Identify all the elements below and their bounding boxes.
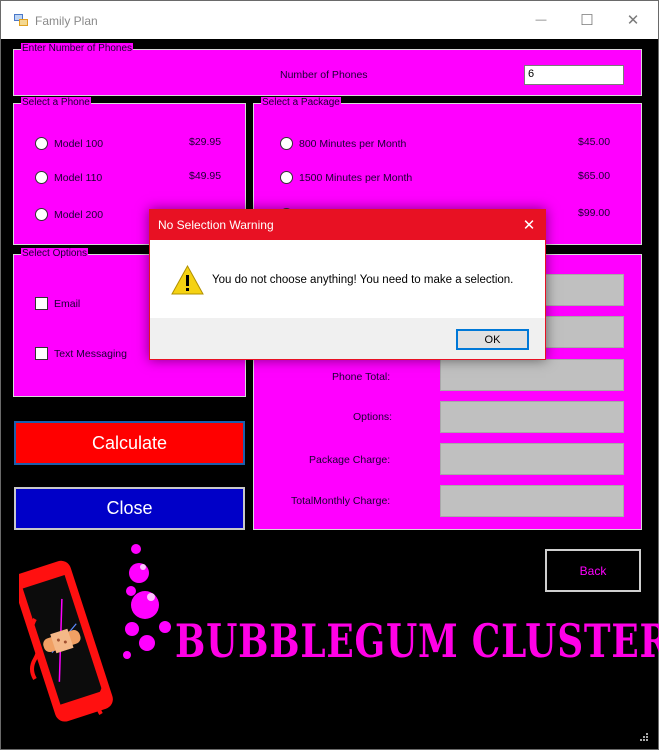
- package-charge-output: [440, 443, 624, 475]
- phone-total-label: Phone Total:: [332, 371, 391, 383]
- model-110-label: Model 110: [54, 172, 103, 184]
- calculate-button[interactable]: Calculate: [14, 421, 245, 465]
- phones-group-legend: Enter Number of Phones: [21, 43, 134, 55]
- phones-group: Enter Number of Phones Number of Phones …: [13, 43, 642, 96]
- dialog-close-button[interactable]: ✕: [513, 210, 545, 240]
- dialog-message: You do not choose anything! You need to …: [212, 274, 514, 286]
- form-client-area: Enter Number of Phones Number of Phones …: [9, 39, 659, 743]
- select-package-legend: Select a Package: [261, 97, 341, 109]
- window-title: Family Plan: [35, 14, 98, 28]
- select-options-legend: Select Options: [21, 248, 89, 260]
- resize-grip-icon[interactable]: [638, 731, 648, 741]
- package-1500-radio[interactable]: [280, 171, 293, 184]
- number-of-phones-input[interactable]: 6: [524, 65, 624, 85]
- package-1500-price: $65.00: [578, 170, 611, 182]
- minimize-button[interactable]: —: [518, 1, 564, 39]
- model-100-price: $29.95: [189, 136, 222, 148]
- package-800-price: $45.00: [578, 136, 611, 148]
- maximize-button[interactable]: ☐: [564, 1, 610, 39]
- email-checkbox[interactable]: [35, 297, 48, 310]
- ok-button[interactable]: OK: [456, 329, 529, 350]
- no-selection-warning-dialog: No Selection Warning ✕ You do not choose…: [149, 209, 546, 360]
- phone-logo-icon: [19, 544, 171, 722]
- text-messaging-label: Text Messaging: [54, 348, 127, 360]
- maximize-icon: ☐: [580, 12, 594, 29]
- select-phone-legend: Select a Phone: [21, 97, 91, 109]
- email-label: Email: [54, 298, 81, 310]
- phone-total-output: [440, 359, 624, 391]
- warning-icon: [171, 265, 204, 295]
- close-icon: ✕: [522, 217, 536, 234]
- model-110-price: $49.95: [189, 170, 222, 182]
- dialog-title: No Selection Warning: [158, 218, 274, 232]
- package-800-radio[interactable]: [280, 137, 293, 150]
- model-100-label: Model 100: [54, 138, 104, 150]
- model-110-radio[interactable]: [35, 171, 48, 184]
- close-button[interactable]: Close: [14, 487, 245, 530]
- package-1500-label: 1500 Minutes per Month: [299, 172, 413, 184]
- bubblegum-cluster-logo-text: BUBBLEGUM CLUSTER: [175, 614, 659, 668]
- package-unlimited-price: $99.00: [578, 207, 611, 219]
- model-100-radio[interactable]: [35, 137, 48, 150]
- back-button[interactable]: Back: [545, 549, 641, 592]
- dialog-footer: OK: [150, 318, 545, 359]
- package-charge-label: Package Charge:: [309, 454, 391, 466]
- model-200-radio[interactable]: [35, 208, 48, 221]
- app-icon: [14, 14, 28, 26]
- minimize-icon: —: [535, 14, 547, 26]
- model-200-label: Model 200: [54, 209, 104, 221]
- app-window: Family Plan — ☐ ✕ Enter Number of Phones…: [0, 0, 659, 750]
- number-of-phones-label: Number of Phones: [280, 69, 368, 81]
- dialog-title-bar: No Selection Warning ✕: [150, 210, 545, 240]
- total-monthly-charge-label: TotalMonthly Charge:: [291, 495, 391, 507]
- total-monthly-charge-output: [440, 485, 624, 517]
- options-output: [440, 401, 624, 433]
- text-messaging-checkbox[interactable]: [35, 347, 48, 360]
- window-close-button[interactable]: ✕: [610, 1, 656, 39]
- close-icon: ✕: [626, 12, 640, 29]
- package-800-label: 800 Minutes per Month: [299, 138, 407, 150]
- options-label: Options:: [353, 411, 393, 423]
- title-bar: Family Plan — ☐ ✕: [1, 1, 658, 39]
